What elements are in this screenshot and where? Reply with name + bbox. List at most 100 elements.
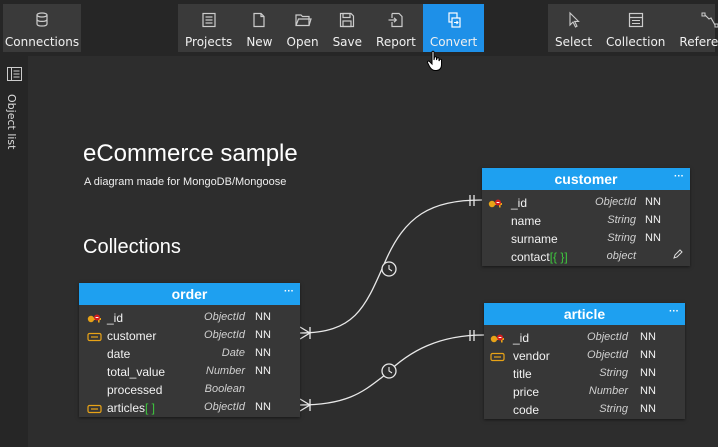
main-toolbar: Connections Projects New Open Save Repor… — [0, 0, 718, 56]
field-name-text: _id — [107, 311, 124, 325]
field-row[interactable]: date Date NN — [79, 345, 300, 363]
field-row[interactable]: articles[ ] ObjectId NN — [79, 399, 300, 417]
field-not-null: NN — [640, 349, 656, 361]
hand-cursor-icon — [426, 50, 442, 71]
report-button[interactable]: Report — [369, 4, 423, 52]
field-type: String — [599, 403, 628, 415]
primary-key-icon — [488, 198, 503, 208]
collection-header[interactable]: article ··· — [484, 303, 685, 325]
field-type: ObjectId — [204, 401, 245, 413]
field-name-text: price — [513, 385, 540, 399]
new-button[interactable]: New — [239, 4, 279, 52]
collection-article[interactable]: article ··· _id ObjectId NN vendor ObjectId N… — [484, 303, 685, 419]
field-type: ObjectId — [204, 329, 245, 341]
field-name-text: name — [511, 214, 542, 228]
field-name-text: surname — [511, 232, 558, 246]
new-file-icon — [253, 12, 266, 28]
foreign-key-icon — [490, 351, 505, 362]
collection-menu-icon[interactable]: ··· — [674, 168, 684, 186]
field-name-text: articles — [107, 401, 146, 415]
field-not-null: NN — [640, 331, 656, 343]
collection-header[interactable]: customer ··· — [482, 168, 690, 190]
toolbar-group-tools: Select Collection Reference — [548, 4, 718, 52]
field-type: object — [606, 250, 636, 262]
save-button[interactable]: Save — [326, 4, 369, 52]
collection-fields: _id ObjectId NN vendor ObjectId NN title String… — [484, 325, 685, 419]
collection-name: customer — [554, 171, 618, 187]
convert-button[interactable]: Convert — [422, 4, 485, 52]
collection-customer[interactable]: customer ··· _id ObjectId NN name String NN su… — [482, 168, 690, 266]
section-title[interactable]: Collections — [83, 236, 181, 259]
field-not-null: NN — [645, 232, 661, 244]
field-type: String — [607, 214, 636, 226]
field-row[interactable]: name String NN — [482, 212, 690, 230]
reference-label: Reference — [679, 35, 718, 49]
field-row[interactable]: vendor ObjectId NN — [484, 347, 685, 365]
projects-label: Projects — [185, 35, 233, 49]
convert-icon — [447, 12, 461, 28]
field-not-null: NN — [640, 385, 656, 397]
field-row[interactable]: _id ObjectId NN — [484, 329, 685, 347]
object-list-sidebar[interactable]: Object list — [0, 56, 28, 447]
field-type: ObjectId — [587, 349, 628, 361]
field-name: contact[{ }] — [511, 250, 568, 264]
field-name: articles[ ] — [107, 401, 155, 415]
object-list-icon — [7, 67, 22, 81]
field-not-null: NN — [255, 365, 271, 377]
toolbar-group-connections: Connections — [3, 4, 81, 52]
field-row[interactable]: code String NN — [484, 401, 685, 419]
field-type: Number — [205, 365, 245, 377]
foreign-key-icon — [87, 403, 102, 414]
field-not-null: NN — [640, 403, 656, 415]
field-not-null: NN — [255, 329, 271, 341]
collection-button[interactable]: Collection — [599, 4, 672, 52]
collection-menu-icon[interactable]: ··· — [669, 303, 679, 321]
pointer-icon — [568, 11, 580, 28]
diagram-title[interactable]: eCommerce sample — [83, 140, 298, 168]
field-type: ObjectId — [204, 311, 245, 323]
field-name-text: _id — [511, 196, 528, 210]
diagram-subtitle[interactable]: A diagram made for MongoDB/Mongoose — [84, 176, 286, 188]
field-type: String — [607, 232, 636, 244]
select-button[interactable]: Select — [548, 4, 599, 52]
edit-pencil-icon[interactable] — [672, 249, 683, 260]
floppy-disk-icon — [340, 12, 355, 28]
field-row[interactable]: contact[{ }] object — [482, 248, 690, 266]
primary-key-icon — [87, 313, 102, 323]
field-not-null: NN — [640, 367, 656, 379]
field-name: code — [513, 403, 539, 417]
connections-button[interactable]: Connections — [3, 4, 81, 52]
field-row[interactable]: _id ObjectId NN — [482, 194, 690, 212]
field-name: date — [107, 347, 130, 361]
collection-header[interactable]: order ··· — [79, 283, 300, 305]
projects-button[interactable]: Projects — [178, 4, 239, 52]
collection-order[interactable]: order ··· _id ObjectId NN customer ObjectId N… — [79, 283, 300, 417]
field-not-null: NN — [255, 401, 271, 413]
field-row[interactable]: processed Boolean — [79, 381, 300, 399]
field-name-text: code — [513, 403, 540, 417]
select-label: Select — [555, 35, 593, 49]
field-name-text: total_value — [107, 365, 166, 379]
field-name: total_value — [107, 365, 165, 379]
field-row[interactable]: surname String NN — [482, 230, 690, 248]
open-button[interactable]: Open — [280, 4, 326, 52]
field-name: customer — [107, 329, 156, 343]
field-name-text: customer — [107, 329, 157, 343]
field-row[interactable]: title String NN — [484, 365, 685, 383]
open-label: Open — [286, 35, 319, 49]
field-row[interactable]: price Number NN — [484, 383, 685, 401]
projects-icon — [202, 12, 216, 28]
field-row[interactable]: _id ObjectId NN — [79, 309, 300, 327]
database-icon — [36, 12, 48, 27]
object-list-label: Object list — [5, 94, 18, 150]
reference-button[interactable]: Reference — [672, 4, 718, 52]
field-row[interactable]: customer ObjectId NN — [79, 327, 300, 345]
collection-menu-icon[interactable]: ··· — [284, 283, 294, 301]
field-name-text: _id — [513, 331, 530, 345]
primary-key-icon — [490, 333, 505, 343]
collection-name: order — [171, 286, 208, 302]
field-name-text: title — [513, 367, 532, 381]
field-not-null: NN — [255, 347, 271, 359]
field-row[interactable]: total_value Number NN — [79, 363, 300, 381]
reference-line-icon — [701, 12, 718, 28]
